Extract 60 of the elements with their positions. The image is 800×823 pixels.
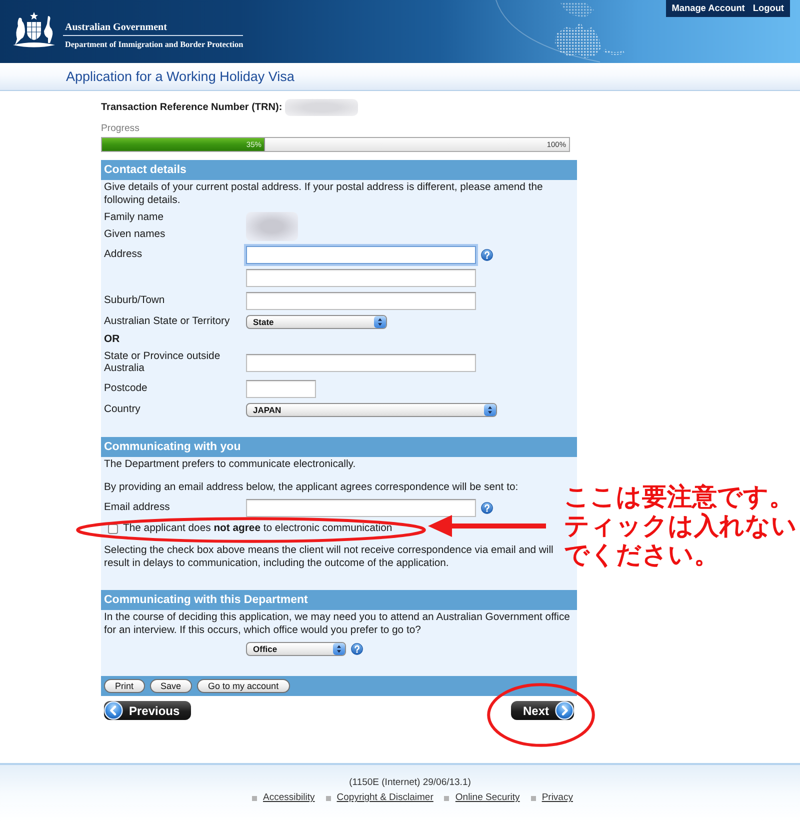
blurred-value — [246, 212, 298, 241]
text-input[interactable] — [246, 292, 476, 310]
field-label: Country — [104, 404, 142, 416]
instruction-text: By providing an email address below, the applicant agrees correspondence will be sent to: — [104, 481, 520, 494]
field-label: Address — [104, 249, 144, 261]
page-title: Application for a Working Holiday Visa — [66, 69, 294, 84]
select-arrows-icon — [333, 643, 345, 655]
annotation-note: ここは要注意です。 ティックは入れない でください。 — [564, 482, 797, 569]
field-label: State or Province outside Australia — [104, 351, 222, 375]
department-name: Department of Immigration and Border Protection — [64, 39, 244, 50]
text-input[interactable] — [246, 354, 476, 372]
account-link[interactable]: Manage Account — [672, 3, 745, 13]
instruction-text: In the course of deciding this application, we may need you to attend an Australian Government office for an interview. If this occurs, which office would you prefer to go to? — [104, 611, 571, 637]
text-input[interactable] — [246, 269, 476, 287]
chevron-left-icon — [104, 701, 123, 720]
action-button[interactable]: Save — [150, 679, 192, 693]
footer-link[interactable]: Copyright & Disclaimer — [336, 792, 434, 804]
checkbox-label: The applicant does not agree to electronic communication — [123, 522, 392, 535]
footer-link[interactable]: Privacy — [542, 792, 573, 804]
checkbox[interactable] — [108, 524, 118, 534]
dropdown-select[interactable]: JAPAN — [246, 403, 497, 417]
field-label: Australian State or Territory — [104, 316, 231, 328]
select-arrows-icon — [374, 316, 386, 328]
version-text: (1150E (Internet) 29/06/13.1) — [349, 777, 471, 789]
instruction-text: Selecting the check box above means the client will not receive correspondence via email and will result in delays to communication, including the outcome of the application. — [104, 544, 554, 570]
field-label: Email address — [104, 502, 171, 514]
help-icon[interactable] — [481, 502, 493, 514]
action-button[interactable]: Print — [104, 679, 145, 693]
action-button[interactable]: Go to my account — [197, 679, 290, 693]
help-icon[interactable] — [481, 249, 493, 261]
select-arrows-icon — [484, 404, 496, 416]
agency-name: Australian Government — [64, 22, 167, 34]
field-label: Postcode — [104, 383, 148, 395]
or-label: OR — [104, 334, 121, 346]
account-link[interactable]: Logout — [752, 3, 784, 13]
field-label: Family name — [104, 212, 164, 224]
text-input[interactable] — [246, 380, 316, 398]
text-input[interactable] — [246, 246, 476, 264]
footer-link[interactable]: Online Security — [455, 792, 520, 804]
bullet-icon — [326, 796, 331, 800]
instruction-text: Give details of your current postal address. If your postal address is different, please amend the following details. — [104, 181, 544, 207]
field-label: Given names — [104, 229, 166, 241]
chevron-right-icon — [555, 701, 574, 720]
section-header: Contact details — [101, 160, 577, 180]
bullet-icon — [530, 796, 536, 800]
previous-button[interactable]: Previous — [104, 701, 191, 720]
footer-link[interactable]: Accessibility — [263, 792, 315, 804]
instruction-text: The Department prefers to communicate electronically. — [104, 458, 357, 471]
bullet-icon — [444, 796, 450, 800]
dropdown-select[interactable]: State — [246, 315, 387, 329]
next-button[interactable]: Next — [510, 701, 574, 720]
field-label: Suburb/Town — [104, 295, 166, 307]
dropdown-select[interactable]: Office — [246, 642, 346, 656]
progress-label: Progress — [101, 123, 140, 135]
bullet-icon — [252, 796, 258, 800]
trn-label: Transaction Reference Number (TRN): — [101, 102, 282, 113]
section-header: Communicating with you — [101, 437, 577, 457]
text-input[interactable] — [246, 499, 476, 517]
help-icon[interactable] — [351, 643, 363, 655]
section-header: Communicating with this Department — [101, 590, 577, 610]
